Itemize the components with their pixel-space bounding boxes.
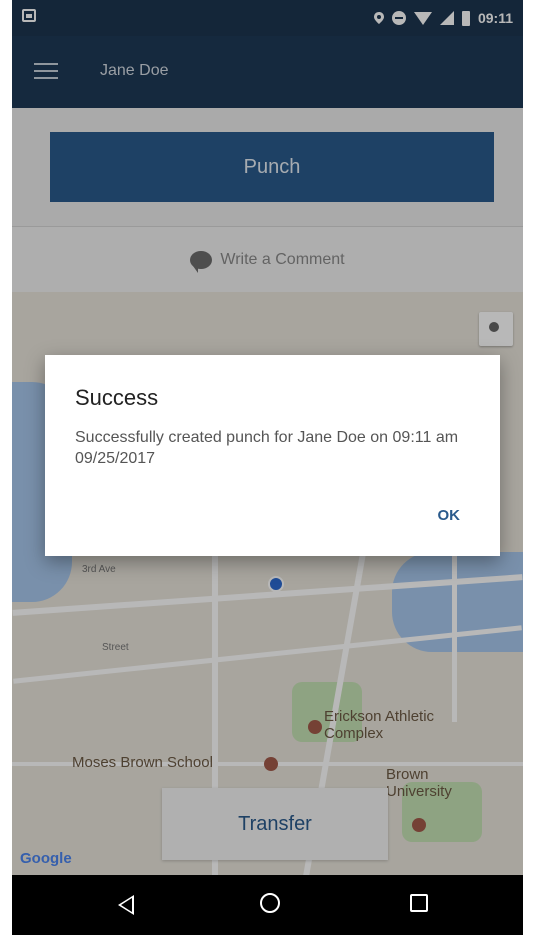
- dialog-message: Successfully created punch for Jane Doe …: [75, 429, 459, 467]
- phone-screen: 09:11 Jane Doe Punch Write a Comment 3rd…: [12, 0, 523, 935]
- success-dialog: Success Successfully created punch for J…: [45, 355, 500, 556]
- navigation-bar: [12, 875, 523, 935]
- ok-button[interactable]: OK: [438, 507, 461, 524]
- home-icon[interactable]: [260, 893, 280, 913]
- back-icon[interactable]: [118, 895, 134, 915]
- recents-icon[interactable]: [410, 894, 428, 912]
- dialog-title: Success: [75, 385, 159, 410]
